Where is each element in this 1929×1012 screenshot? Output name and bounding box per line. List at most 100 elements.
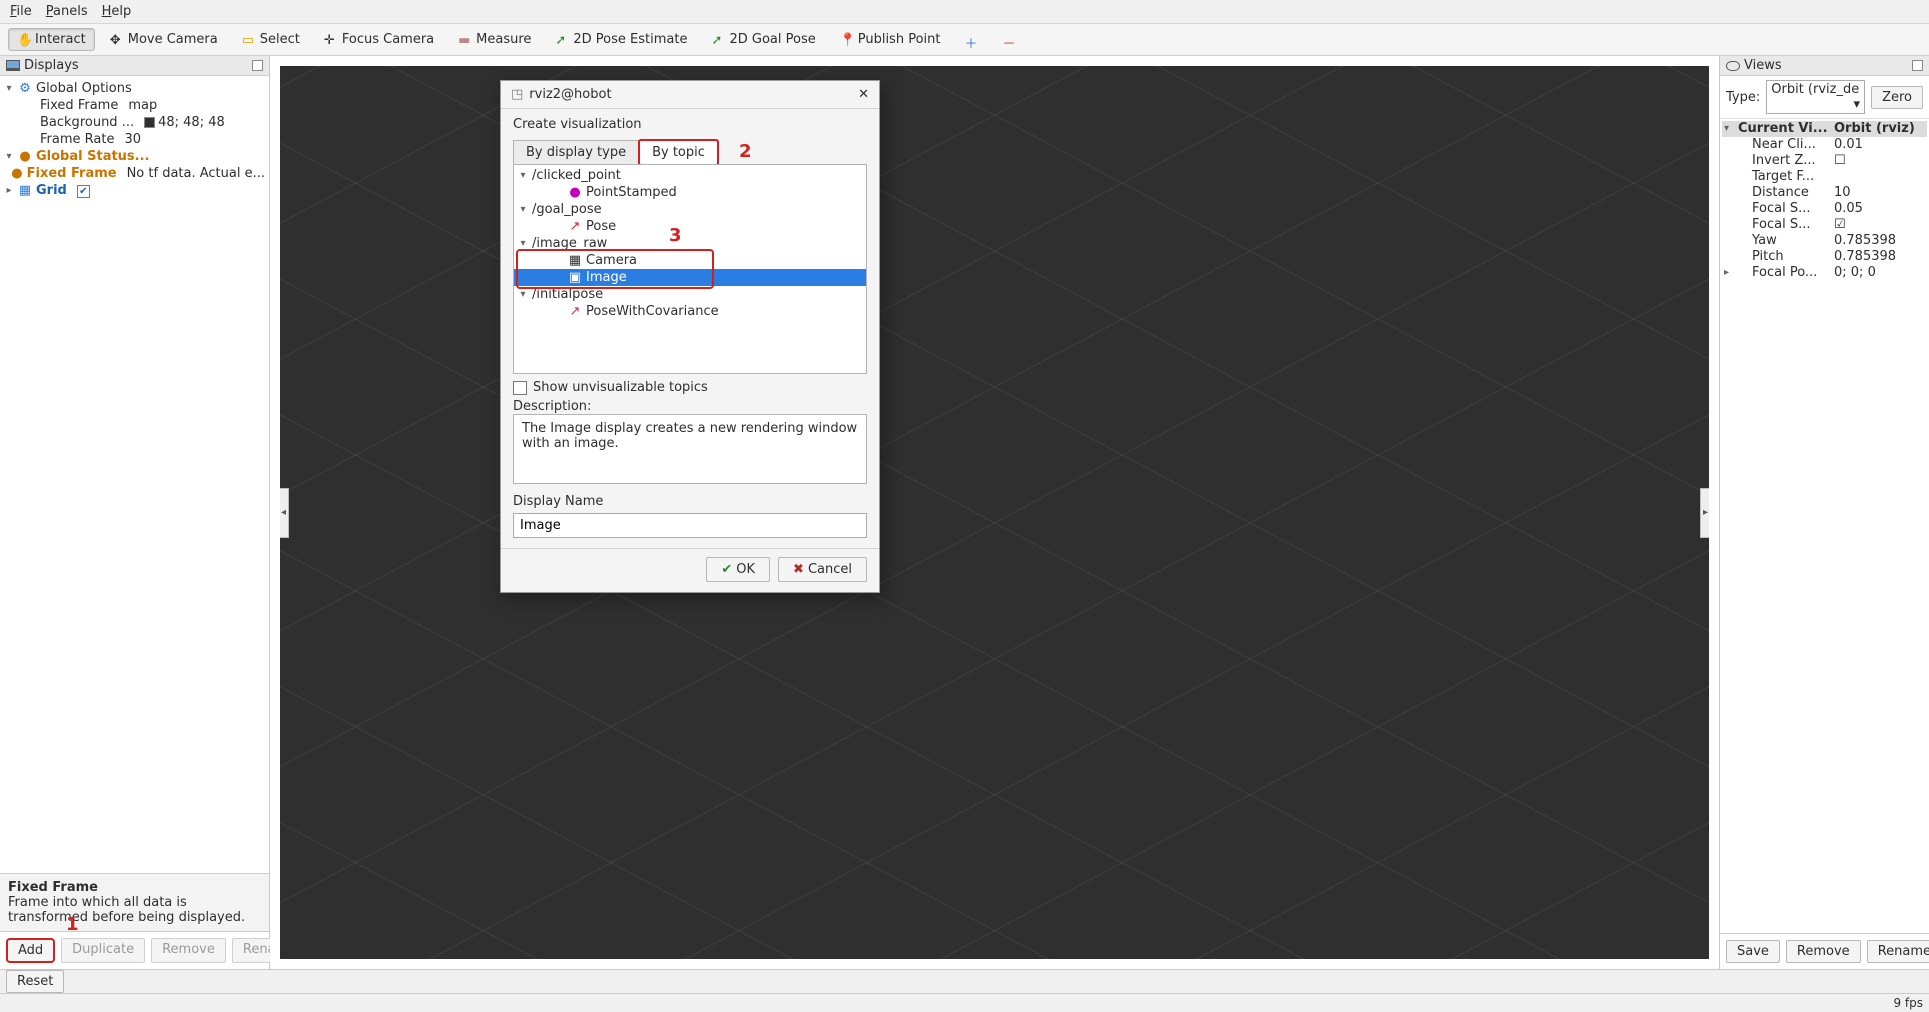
topic-clicked-point[interactable]: /clicked_point (532, 167, 621, 184)
display-camera[interactable]: Camera (586, 252, 637, 269)
tool-select[interactable]: ▭Select (233, 28, 309, 51)
dialog-titlebar[interactable]: ◳ rviz2@hobot ✕ (501, 81, 879, 109)
show-unvisualizable-checkbox[interactable] (513, 381, 527, 395)
topic-image-raw[interactable]: /image_raw (532, 235, 607, 252)
close-icon[interactable]: ✕ (858, 87, 869, 102)
views-remove-button[interactable]: Remove (1786, 940, 1861, 963)
check-icon: ✔ (721, 562, 732, 577)
collapse-right-handle[interactable]: ▸ (1700, 488, 1709, 538)
status-fixed-frame[interactable]: Fixed Frame (27, 165, 117, 182)
views-row[interactable]: Focal S...☑ (1722, 217, 1927, 233)
displays-panel: Displays ▾⚙Global Options Fixed Framemap… (0, 56, 270, 969)
help-body: Frame into which all data is transformed… (8, 895, 245, 925)
viewport-container: ◂ ▸ ◳ rviz2@hobot ✕ Create visualization… (270, 56, 1719, 969)
dock-toggle-icon[interactable] (1912, 60, 1923, 71)
gear-icon: ⚙ (18, 80, 32, 97)
display-pose[interactable]: Pose (586, 218, 616, 235)
tool-interact[interactable]: ✋Interact (8, 28, 95, 51)
arrow-green-icon: ➚ (711, 33, 725, 47)
grid-enabled-checkbox[interactable]: ✔ (77, 185, 90, 198)
menu-file[interactable]: FFileile (10, 4, 32, 19)
views-save-button[interactable]: Save (1726, 940, 1780, 963)
views-row[interactable]: Pitch0.785398 (1722, 249, 1927, 265)
description-box: The Image display creates a new renderin… (513, 414, 867, 484)
views-row[interactable]: Distance10 (1722, 185, 1927, 201)
tool-add[interactable]: ＋ (955, 29, 987, 51)
displays-buttons: Add Duplicate Remove Rename 1 (0, 931, 269, 969)
dock-toggle-icon[interactable] (252, 60, 263, 71)
move-icon: ✥ (110, 33, 124, 47)
views-row[interactable]: Focal S...0.05 (1722, 201, 1927, 217)
prop-frame-rate[interactable]: Frame Rate (40, 131, 114, 148)
prop-bg-color[interactable]: Background ... (40, 114, 134, 131)
ruler-icon: ▬ (458, 33, 472, 47)
pin-icon: 📍 (840, 33, 854, 47)
topic-initialpose[interactable]: /initialpose (532, 286, 603, 303)
zero-button[interactable]: Zero (1871, 86, 1923, 109)
view-type-select[interactable]: Orbit (rviz_de ▾ (1766, 80, 1865, 114)
add-display-dialog: ◳ rviz2@hobot ✕ Create visualization By … (500, 80, 880, 593)
toolbar: ✋Interact ✥Move Camera ▭Select ✛Focus Ca… (0, 24, 1929, 56)
add-button[interactable]: Add (6, 938, 55, 963)
help-title: Fixed Frame (8, 880, 98, 895)
displays-title-text: Displays (24, 58, 79, 73)
reset-button[interactable]: Reset (6, 970, 64, 993)
warning-icon: ● (18, 148, 32, 165)
x-icon: ✖ (793, 562, 804, 577)
tool-measure[interactable]: ▬Measure (449, 28, 540, 51)
tree-global-options[interactable]: Global Options (36, 80, 132, 97)
tool-publish-point[interactable]: 📍Publish Point (831, 28, 950, 51)
views-row[interactable]: ▸Focal Po...0; 0; 0 (1722, 265, 1927, 281)
grid-icon: ▦ (18, 182, 32, 199)
viewport[interactable]: ◂ ▸ ◳ rviz2@hobot ✕ Create visualization… (280, 66, 1709, 959)
dialog-heading: Create visualization (513, 117, 867, 132)
tool-remove[interactable]: － (993, 29, 1025, 51)
tab-by-topic[interactable]: By topic (639, 140, 718, 165)
monitor-icon (6, 60, 20, 71)
display-image[interactable]: Image (586, 269, 627, 286)
display-posewithcov[interactable]: PoseWithCovariance (586, 303, 719, 320)
show-unvisualizable-label: Show unvisualizable topics (533, 380, 708, 395)
views-rename-button[interactable]: Rename (1867, 940, 1929, 963)
topic-tree[interactable]: ▾/clicked_point ▾●PointStamped ▾/goal_po… (513, 164, 867, 374)
views-row[interactable]: Target F... (1722, 169, 1927, 185)
prop-frame-rate-value[interactable]: 30 (124, 131, 141, 148)
cancel-button[interactable]: ✖Cancel (778, 557, 867, 582)
views-row[interactable]: Near Cli...0.01 (1722, 137, 1927, 153)
views-row[interactable]: Yaw0.785398 (1722, 233, 1927, 249)
select-icon: ▭ (242, 33, 256, 47)
description-label: Description: (513, 399, 867, 414)
menu-bar: FFileile Panels Help (0, 0, 1929, 24)
topic-goal-pose[interactable]: /goal_pose (532, 201, 602, 218)
ok-button[interactable]: ✔OK (706, 557, 770, 582)
tree-global-status[interactable]: Global Status... (36, 148, 150, 165)
menu-panels[interactable]: Panels (46, 4, 88, 19)
arrow-green-icon: ➚ (555, 33, 569, 47)
tree-grid[interactable]: Grid (36, 182, 67, 199)
tool-2d-goal-pose[interactable]: ➚2D Goal Pose (702, 28, 824, 51)
eye-icon (1726, 61, 1740, 71)
dialog-title-text: rviz2@hobot (529, 87, 611, 102)
status-fixed-frame-value: No tf data. Actual e... (127, 165, 265, 182)
image-icon: ▣ (568, 269, 582, 286)
views-tree[interactable]: ▾Current Vi...Orbit (rviz)Near Cli...0.0… (1720, 119, 1929, 933)
menu-help[interactable]: Help (102, 4, 132, 19)
views-row[interactable]: Invert Z...☐ (1722, 153, 1927, 169)
views-title-text: Views (1744, 58, 1782, 73)
display-pointstamped[interactable]: PointStamped (586, 184, 677, 201)
display-name-input[interactable] (513, 513, 867, 538)
duplicate-button: Duplicate (61, 938, 145, 963)
prop-fixed-frame[interactable]: Fixed Frame (40, 97, 118, 114)
minus-icon: － (1002, 33, 1016, 47)
collapse-left-handle[interactable]: ◂ (280, 488, 289, 538)
displays-title: Displays (0, 56, 269, 76)
tool-focus-camera[interactable]: ✛Focus Camera (315, 28, 443, 51)
tab-by-display-type[interactable]: By display type (513, 140, 639, 165)
views-row[interactable]: ▾Current Vi...Orbit (rviz) (1722, 121, 1927, 137)
prop-bg-color-value[interactable]: 48; 48; 48 (158, 115, 225, 130)
tool-2d-pose-estimate[interactable]: ➚2D Pose Estimate (546, 28, 696, 51)
displays-tree[interactable]: ▾⚙Global Options Fixed Framemap Backgrou… (0, 76, 269, 873)
chevron-down-icon: ▾ (1854, 97, 1861, 112)
tool-move-camera[interactable]: ✥Move Camera (101, 28, 227, 51)
prop-fixed-frame-value[interactable]: map (128, 97, 157, 114)
